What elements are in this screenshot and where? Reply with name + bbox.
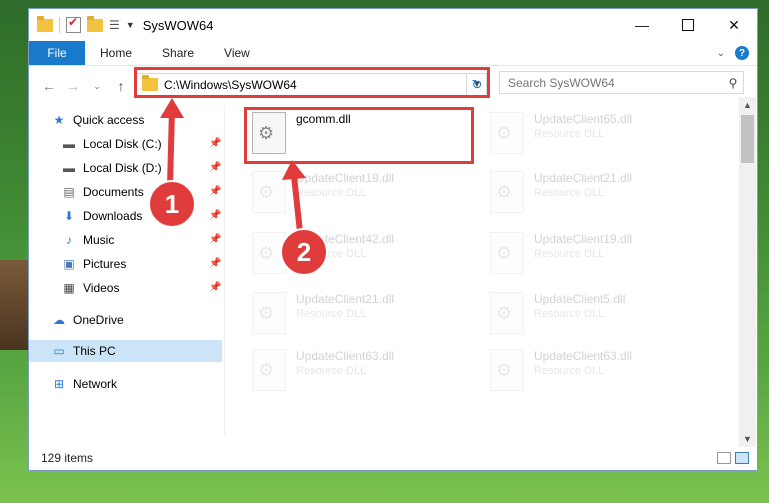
arrow-to-address-bar xyxy=(167,107,175,189)
annotation-arrows xyxy=(160,98,306,235)
step-marker-1: 1 xyxy=(148,180,196,228)
arrow-head-2 xyxy=(282,160,306,180)
arrow-to-file xyxy=(291,173,303,235)
step-marker-2: 2 xyxy=(280,228,328,276)
arrow-head-1 xyxy=(160,98,184,118)
